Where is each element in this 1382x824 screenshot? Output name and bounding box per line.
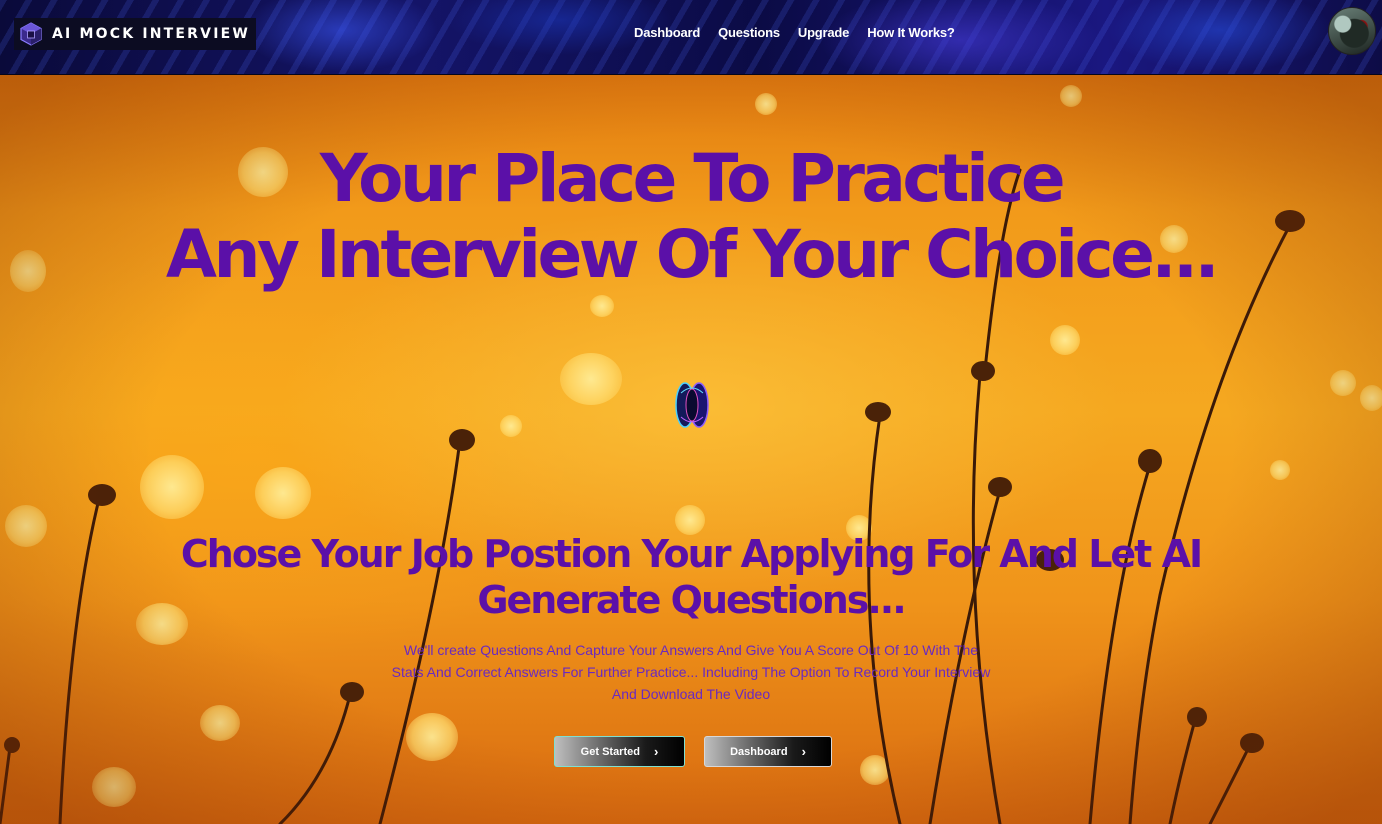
main-nav: Dashboard Questions Upgrade How It Works… [634,25,955,40]
loading-animation-icon [675,379,711,431]
dashboard-button[interactable]: Dashboard › [704,736,832,767]
dashboard-label: Dashboard [730,745,788,758]
nav-link-dashboard[interactable]: Dashboard [634,25,700,40]
nav-link-how-it-works[interactable]: How It Works? [867,25,955,40]
bokeh-light [1050,325,1080,355]
brand-name: AI MOCK INTERVIEW [52,26,251,42]
subheading-line-2: Generate Questions... [477,578,906,622]
chevron-right-icon: › [801,744,806,759]
bokeh-light [590,295,614,317]
bokeh-light [560,353,622,405]
bokeh-light [92,767,136,807]
bokeh-light [1360,385,1382,411]
headline-line-2: Any Interview Of Your Choice... [165,216,1220,293]
landing-page: AI MOCK INTERVIEW Dashboard Questions Up… [0,0,1382,824]
bokeh-light [860,755,890,785]
get-started-button[interactable]: Get Started › [554,736,685,767]
bokeh-light [1330,370,1356,396]
chevron-right-icon: › [653,744,659,759]
get-started-label: Get Started [580,745,640,758]
nav-link-questions[interactable]: Questions [718,25,780,40]
bokeh-light [755,93,777,115]
cube-logo-icon [18,21,44,47]
bokeh-light [406,713,458,761]
nav-link-upgrade[interactable]: Upgrade [798,25,850,40]
bokeh-light [1270,460,1290,480]
bokeh-light [140,455,204,519]
hero-headline: Your Place To Practice Any Interview Of … [0,141,1382,293]
brand-logo-link[interactable]: AI MOCK INTERVIEW [14,18,257,50]
hero-section: Your Place To Practice Any Interview Of … [0,75,1382,824]
user-avatar[interactable] [1328,7,1376,55]
hero-subheading: Chose Your Job Postion Your Applying For… [0,531,1382,623]
bokeh-light [1060,85,1082,107]
hero-cta-group: Get Started › Dashboard › [554,736,832,767]
subheading-line-1: Chose Your Job Postion Your Applying For… [180,532,1203,576]
hero-description: We'll create Questions And Capture Your … [391,642,991,702]
bokeh-light [500,415,522,437]
top-navbar: AI MOCK INTERVIEW Dashboard Questions Up… [0,0,1382,75]
bokeh-light [255,467,311,519]
bokeh-light [200,705,240,741]
headline-line-1: Your Place To Practice [319,140,1066,217]
